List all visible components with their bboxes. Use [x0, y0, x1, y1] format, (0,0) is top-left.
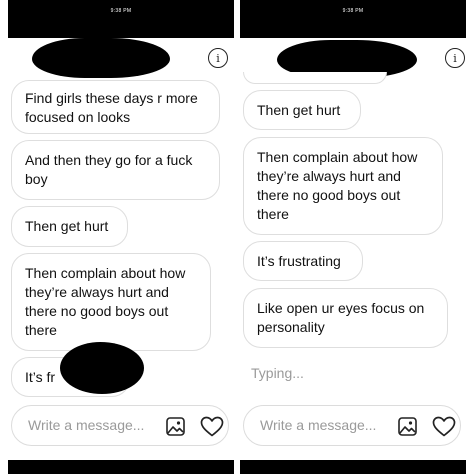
info-icon[interactable]: i [208, 48, 228, 68]
status-time: 9:38 PM [110, 8, 132, 14]
gallery-icon[interactable] [398, 417, 417, 441]
bottom-bar [240, 460, 466, 474]
message-bubble: Find girls these days r more focused on … [11, 80, 220, 134]
heart-icon[interactable] [432, 416, 456, 442]
redacted-contact-name [32, 38, 170, 78]
status-bar: 9:38 PM [8, 0, 234, 38]
typing-indicator: Typing... [251, 365, 304, 381]
message-composer[interactable]: Write a message... [11, 405, 229, 446]
message-input[interactable]: Write a message... [28, 417, 144, 433]
info-icon[interactable]: i [445, 48, 465, 68]
chat-header: i [8, 38, 234, 80]
status-time: 9:38 PM [342, 8, 364, 14]
message-bubble: It’s frustrating [243, 241, 363, 281]
status-bar: 9:38 PM [240, 0, 466, 38]
left-screenshot: 9:38 PM i Find girls these days r more f… [8, 0, 234, 474]
redacted-message-blob [60, 342, 144, 394]
message-bubble: Like open ur eyes focus on personality [243, 288, 448, 348]
gallery-icon[interactable] [166, 417, 185, 441]
message-bubble: Then get hurt [243, 90, 361, 130]
message-bubble: And then they go for a fuck boy [11, 140, 220, 200]
message-bubble: Then complain about how they’re always h… [11, 253, 211, 351]
bottom-bar [8, 460, 234, 474]
right-screenshot: 9:38 PM i Then get hurt Then complain ab… [240, 0, 466, 474]
message-bubble-partial [243, 72, 387, 84]
message-bubble: Then get hurt [11, 206, 128, 247]
message-input[interactable]: Write a message... [260, 417, 376, 433]
heart-icon[interactable] [200, 416, 224, 442]
message-bubble: Then complain about how they’re always h… [243, 137, 443, 235]
message-composer[interactable]: Write a message... [243, 405, 461, 446]
